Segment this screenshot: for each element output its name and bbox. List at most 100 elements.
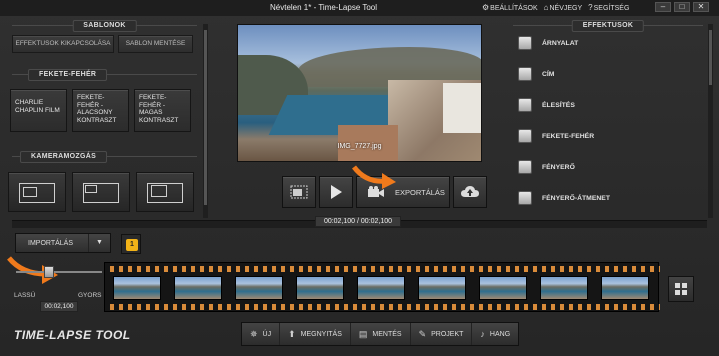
effect-title[interactable]: CÍM xyxy=(518,67,554,81)
effect-label: ÉLESÍTÉS xyxy=(542,101,575,109)
upload-icon: ⬆ xyxy=(288,328,296,339)
effect-label: CÍM xyxy=(542,70,555,78)
film-frame[interactable] xyxy=(601,276,649,300)
effect-sharpen[interactable]: ÉLESÍTÉS xyxy=(518,98,575,112)
music-icon: ♪ xyxy=(480,329,485,339)
audio-button[interactable]: ♪ HANG xyxy=(472,323,518,345)
effects-header-label: EFFEKTUSOK xyxy=(571,20,645,32)
bottom-toolbar: ✵ ÚJ ⬆ MEGNYITÁS ▤ MENTÉS ✎ PROJEKT ♪ HANG xyxy=(241,322,520,346)
settings-link[interactable]: ⚙BEÁLLÍTÁSOK xyxy=(482,3,538,12)
timecode-display: 00:02,100 / 00:02,100 xyxy=(315,216,401,227)
frame-count-value: 1 xyxy=(126,239,138,251)
close-button[interactable]: ✕ xyxy=(693,2,709,12)
camera-header-label: KAMERAMOZGÁS xyxy=(20,151,108,163)
grid-icon xyxy=(675,283,687,295)
film-frame[interactable] xyxy=(174,276,222,300)
film-frame[interactable] xyxy=(235,276,283,300)
frame-count-badge: 1 xyxy=(121,234,141,254)
speed-slider-track[interactable] xyxy=(16,271,102,273)
film-frame[interactable] xyxy=(296,276,344,300)
home-icon: ⌂ xyxy=(543,3,549,12)
sparkle-icon: ✵ xyxy=(250,328,258,339)
app-logo: TIME-LAPSE TOOL xyxy=(14,328,131,342)
effect-checkbox[interactable] xyxy=(518,36,532,50)
camera-move-zoom-in-button[interactable] xyxy=(136,172,194,212)
inner-frame-icon xyxy=(85,185,97,193)
right-panel-scrollbar[interactable] xyxy=(708,24,713,218)
left-panel-scrollbar[interactable] xyxy=(203,24,208,218)
film-perforations xyxy=(105,304,660,310)
play-icon xyxy=(331,185,342,199)
film-frame[interactable] xyxy=(357,276,405,300)
save-template-button[interactable]: SABLON MENTÉSE xyxy=(118,35,193,53)
play-button[interactable] xyxy=(319,176,353,208)
insert-frame-button[interactable] xyxy=(282,176,316,208)
templates-header: SABLONOK xyxy=(12,20,197,32)
save-button[interactable]: ▤ MENTÉS xyxy=(351,323,411,345)
scrollbar-thumb[interactable] xyxy=(709,30,712,85)
about-link[interactable]: ⌂NÉVJEGY xyxy=(544,3,583,12)
preset-bw-high-contrast[interactable]: FEKETE-FEHÉR - MAGAS KONTRASZT xyxy=(134,89,191,132)
scrollbar-thumb[interactable] xyxy=(204,30,207,205)
effect-checkbox[interactable] xyxy=(518,160,532,174)
speed-value-field[interactable]: 00:02,100 xyxy=(40,301,78,312)
preset-charlie-chaplin[interactable]: CHARLIE CHAPLIN FILM xyxy=(10,89,67,132)
effect-brightness-fade[interactable]: FÉNYERŐ-ÁTMENET xyxy=(518,191,610,205)
film-frame[interactable] xyxy=(479,276,527,300)
grid-view-button[interactable] xyxy=(668,276,694,302)
import-button[interactable]: IMPORTÁLÁS ▼ xyxy=(15,233,111,253)
preview-image: IMG_7727.jpg xyxy=(237,24,482,162)
effect-checkbox[interactable] xyxy=(518,129,532,143)
cloud-upload-button[interactable] xyxy=(453,176,487,208)
window-controls: – □ ✕ xyxy=(655,2,709,12)
chevron-down-icon[interactable]: ▼ xyxy=(96,239,103,246)
disable-effects-button[interactable]: EFFEKTUSOK KIKAPCSOLÁSA xyxy=(12,35,114,53)
cloud-upload-icon xyxy=(461,186,479,197)
templates-header-label: SABLONOK xyxy=(72,20,137,32)
effect-label: FÉNYERŐ xyxy=(542,163,575,171)
inner-frame-icon xyxy=(23,187,37,197)
effects-header: EFFEKTUSOK xyxy=(513,20,703,32)
inner-frame-icon xyxy=(151,185,167,197)
effect-checkbox[interactable] xyxy=(518,98,532,112)
film-frame[interactable] xyxy=(418,276,466,300)
maximize-button[interactable]: □ xyxy=(674,2,690,12)
speed-slider-handle[interactable] xyxy=(44,266,54,278)
film-perforations xyxy=(105,266,660,272)
title-bar: Névtelen 1* - Time-Lapse Tool ⚙BEÁLLÍTÁS… xyxy=(0,0,719,16)
filmstrip[interactable] xyxy=(104,262,660,312)
effect-label: FÉNYERŐ-ÁTMENET xyxy=(542,194,610,202)
wrench-icon: ✎ xyxy=(418,328,427,339)
help-link[interactable]: ?SEGÍTSÉG xyxy=(588,3,629,12)
effect-label: ÁRNYALAT xyxy=(542,39,579,47)
photo-building xyxy=(443,83,481,133)
effect-black-white[interactable]: FEKETE-FEHÉR xyxy=(518,129,594,143)
gear-icon: ⚙ xyxy=(482,3,490,12)
help-icon: ? xyxy=(588,3,593,12)
minimize-button[interactable]: – xyxy=(655,2,671,12)
effect-tint[interactable]: ÁRNYALAT xyxy=(518,36,578,50)
bw-header-label: FEKETE-FEHÉR xyxy=(28,69,108,81)
new-button[interactable]: ✵ ÚJ xyxy=(242,323,281,345)
slideshow-icon xyxy=(290,185,308,199)
effect-checkbox[interactable] xyxy=(518,67,532,81)
preset-bw-low-contrast[interactable]: FEKETE-FEHÉR - ALACSONY KONTRASZT xyxy=(72,89,129,132)
open-button[interactable]: ⬆ MEGNYITÁS xyxy=(280,323,351,345)
export-label: EXPORTÁLÁS xyxy=(395,187,445,197)
film-frame[interactable] xyxy=(540,276,588,300)
camera-move-zoom-out-button[interactable] xyxy=(72,172,130,212)
import-label: IMPORTÁLÁS xyxy=(28,240,73,247)
window-title: Névtelen 1* - Time-Lapse Tool xyxy=(270,3,378,12)
preview-caption: IMG_7727.jpg xyxy=(337,143,382,150)
top-links: ⚙BEÁLLÍTÁSOK ⌂NÉVJEGY ?SEGÍTSÉG xyxy=(482,3,629,12)
effect-brightness[interactable]: FÉNYERŐ xyxy=(518,160,575,174)
film-frame[interactable] xyxy=(113,276,161,300)
bw-header: FEKETE-FEHÉR xyxy=(12,69,197,81)
speed-fast-label: GYORS xyxy=(78,292,102,299)
camera-header: KAMERAMOZGÁS xyxy=(12,151,197,163)
project-button[interactable]: ✎ PROJEKT xyxy=(411,323,473,345)
hint-arrow-icon xyxy=(352,165,396,189)
effect-checkbox[interactable] xyxy=(518,191,532,205)
camera-move-pan-button[interactable] xyxy=(8,172,66,212)
effect-label: FEKETE-FEHÉR xyxy=(542,132,595,140)
